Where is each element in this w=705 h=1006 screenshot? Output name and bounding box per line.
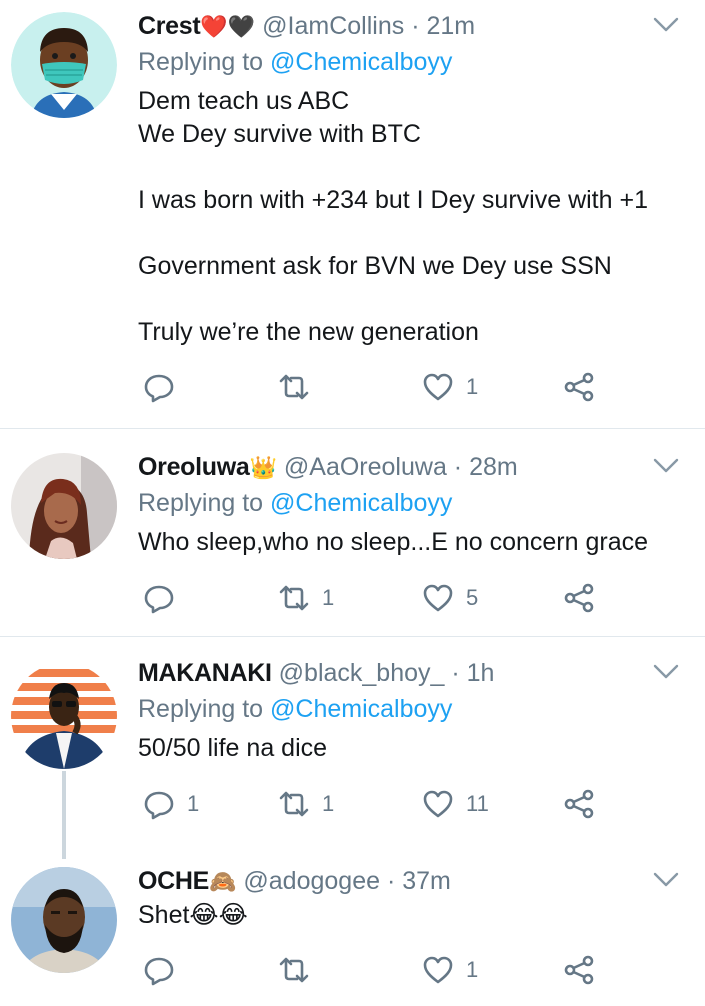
separator-dot: · (411, 12, 420, 40)
tweet-text: 50/50 life na dice (138, 734, 328, 762)
tweet-2[interactable]: Oreoluwa👑 @AaOreoluwa · 28m Replying to … (0, 429, 705, 635)
avatar[interactable] (11, 453, 117, 559)
like-count: 1 (466, 957, 479, 982)
avatar[interactable] (11, 867, 117, 973)
heart-icon (423, 373, 453, 401)
chevron-down-icon[interactable] (652, 662, 680, 682)
separator-dot: · (451, 659, 460, 687)
replying-to-label: Replying to (138, 48, 264, 76)
tweet-actions: 1 (138, 367, 618, 407)
share-icon (564, 955, 594, 985)
replying-to: Replying to @Chemicalboyy (138, 693, 452, 725)
chevron-down-icon[interactable] (652, 456, 680, 476)
like-button[interactable]: 5 (422, 578, 478, 618)
reply-button[interactable] (143, 950, 187, 990)
reply-count: 1 (187, 791, 200, 816)
display-name[interactable]: Oreoluwa (138, 453, 250, 481)
separator-dot: · (453, 453, 463, 481)
tweet-actions: 1 (138, 950, 618, 990)
reply-icon (144, 791, 174, 820)
replying-to-label: Replying to (138, 489, 264, 517)
share-button[interactable] (563, 578, 595, 618)
heart-icon (423, 584, 453, 612)
retweet-count: 1 (322, 585, 335, 610)
share-button[interactable] (563, 367, 595, 407)
separator-dot: · (386, 867, 396, 895)
display-name[interactable]: MAKANAKI (138, 659, 272, 687)
user-handle[interactable]: @AaOreoluwa (284, 453, 447, 481)
user-handle[interactable]: @black_bhoy_ (279, 659, 445, 687)
share-icon (564, 789, 594, 819)
replying-to-label: Replying to (138, 695, 264, 723)
replying-to: Replying to @Chemicalboyy (138, 46, 452, 78)
timestamp[interactable]: 1h (467, 659, 495, 687)
tweet-header: Oreoluwa👑 @AaOreoluwa · 28m (138, 451, 645, 483)
share-button[interactable] (563, 950, 595, 990)
display-name[interactable]: OCHE (138, 867, 209, 895)
retweet-icon (279, 957, 309, 983)
like-count: 1 (466, 374, 479, 399)
retweet-button[interactable] (278, 367, 322, 407)
like-button[interactable]: 1 (422, 950, 478, 990)
like-button[interactable]: 1 (422, 367, 478, 407)
share-icon (564, 372, 594, 402)
tweet-actions: 1 1 11 (138, 784, 618, 824)
timestamp[interactable]: 21m (426, 12, 475, 40)
share-button[interactable] (563, 784, 595, 824)
heart-icon (423, 790, 453, 818)
tweet-text: Dem teach us ABC We Dey survive with BTC… (138, 87, 648, 346)
retweet-button[interactable]: 1 (278, 578, 334, 618)
reply-button[interactable]: 1 (143, 784, 199, 824)
timestamp[interactable]: 28m (469, 453, 518, 481)
name-emoji: 🙈 (209, 870, 237, 895)
reply-icon (144, 374, 174, 403)
chevron-down-icon[interactable] (652, 15, 680, 35)
mention-link[interactable]: @Chemicalboyy (270, 48, 452, 76)
tweet-1[interactable]: Crest❤️🖤 @IamCollins · 21m Replying to @… (0, 0, 705, 428)
share-icon (564, 583, 594, 613)
thread-connector (62, 771, 66, 859)
reply-button[interactable] (143, 578, 187, 618)
chevron-down-icon[interactable] (652, 870, 680, 890)
like-count: 11 (466, 791, 489, 816)
retweet-count: 1 (322, 791, 335, 816)
like-count: 5 (466, 585, 479, 610)
tweet-actions: 1 5 (138, 578, 618, 618)
tweet-text: Shet😂😂 (138, 901, 248, 929)
retweet-button[interactable]: 1 (278, 784, 334, 824)
mention-link[interactable]: @Chemicalboyy (270, 489, 452, 517)
user-handle[interactable]: @adogogee (243, 867, 380, 895)
mention-link[interactable]: @Chemicalboyy (270, 695, 452, 723)
avatar[interactable] (11, 12, 117, 118)
tweet-header: MAKANAKI @black_bhoy_ · 1h (138, 657, 645, 689)
name-emoji: 👑 (249, 456, 277, 481)
retweet-icon (279, 585, 309, 611)
tweet-3[interactable]: MAKANAKI @black_bhoy_ · 1h Replying to @… (0, 637, 705, 859)
tweet-header: OCHE🙈 @adogogee · 37m (138, 865, 645, 897)
name-emoji: ❤️🖤 (200, 15, 256, 40)
reply-icon (144, 957, 174, 986)
reply-button[interactable] (143, 367, 187, 407)
user-handle[interactable]: @IamCollins (262, 12, 404, 40)
reply-icon (144, 585, 174, 614)
timestamp[interactable]: 37m (402, 867, 451, 895)
retweet-button[interactable] (278, 950, 322, 990)
tweet-header: Crest❤️🖤 @IamCollins · 21m (138, 10, 645, 42)
tweet-4[interactable]: OCHE🙈 @adogogee · 37m Shet😂😂 1 (0, 859, 705, 1006)
retweet-icon (279, 791, 309, 817)
heart-icon (423, 956, 453, 984)
retweet-icon (279, 374, 309, 400)
like-button[interactable]: 11 (422, 784, 489, 824)
replying-to: Replying to @Chemicalboyy (138, 487, 452, 519)
display-name[interactable]: Crest (138, 12, 201, 40)
avatar[interactable] (11, 663, 117, 769)
tweet-text: Who sleep,who no sleep...E no concern gr… (138, 528, 649, 556)
